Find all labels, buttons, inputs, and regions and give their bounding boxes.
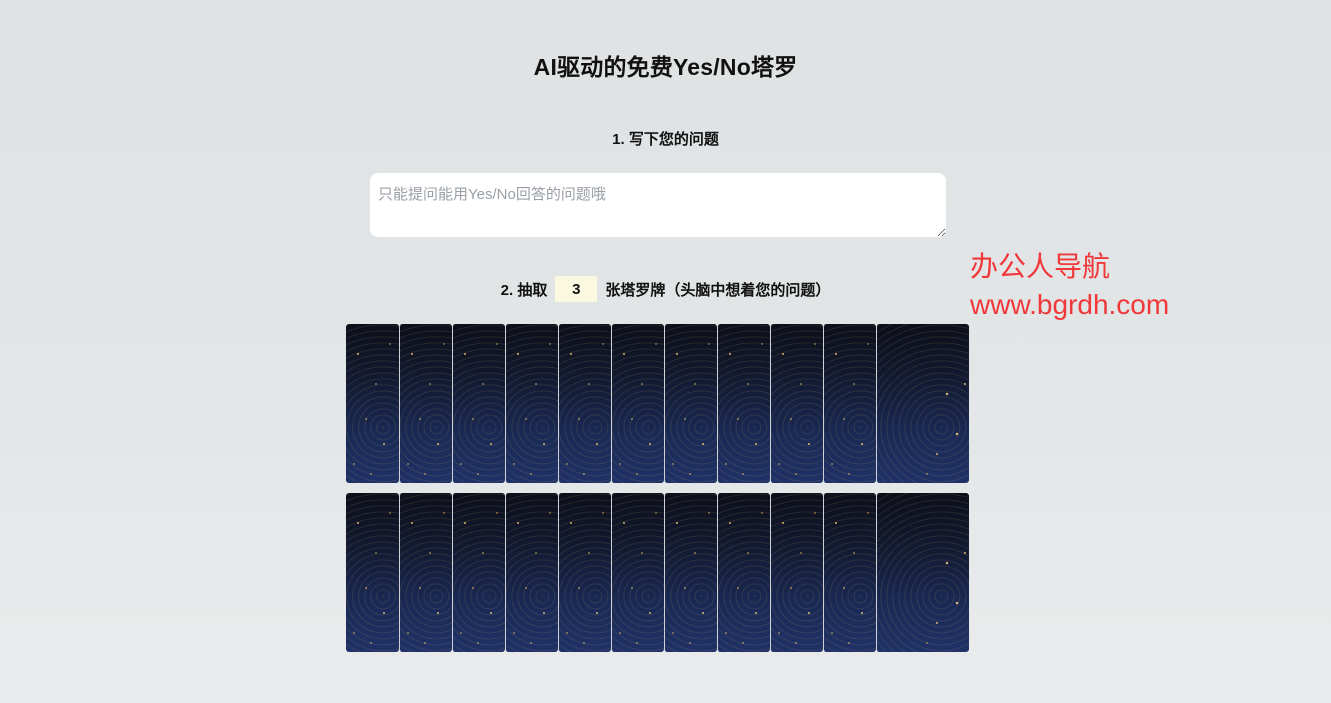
card-count-input[interactable] — [555, 276, 598, 302]
tarot-card-back[interactable] — [876, 493, 969, 652]
tarot-card-back[interactable] — [664, 324, 717, 483]
card-deck-row-1 — [346, 324, 969, 483]
tarot-card-back[interactable] — [717, 324, 770, 483]
tarot-card-back[interactable] — [664, 493, 717, 652]
tarot-card-back[interactable] — [399, 324, 452, 483]
draw-prefix: 2. 抽取 — [500, 281, 548, 299]
tarot-card-back[interactable] — [346, 324, 399, 483]
card-deck-row-2 — [346, 493, 969, 652]
watermark: 办公人导航 www.bgrdh.com — [970, 248, 1169, 324]
watermark-name: 办公人导航 — [970, 251, 1111, 282]
tarot-card-back[interactable] — [558, 493, 611, 652]
tarot-card-back[interactable] — [399, 493, 452, 652]
watermark-url: www.bgrdh.com — [970, 289, 1170, 320]
tarot-card-back[interactable] — [558, 324, 611, 483]
tarot-card-back[interactable] — [823, 493, 876, 652]
tarot-card-back[interactable] — [452, 493, 505, 652]
tarot-card-back[interactable] — [611, 324, 664, 483]
tarot-card-back[interactable] — [823, 324, 876, 483]
tarot-card-back[interactable] — [505, 493, 558, 652]
tarot-card-back[interactable] — [717, 493, 770, 652]
tarot-card-back[interactable] — [505, 324, 558, 483]
step1-label: 1. 写下您的问题 — [612, 131, 719, 148]
tarot-card-back[interactable] — [770, 493, 823, 652]
tarot-card-back[interactable] — [346, 493, 399, 652]
tarot-card-back[interactable] — [611, 493, 664, 652]
tarot-card-back[interactable] — [770, 324, 823, 483]
draw-suffix: 张塔罗牌（头脑中想着您的问题） — [605, 281, 831, 299]
tarot-card-back[interactable] — [452, 324, 505, 483]
page-title: AI驱动的免费Yes/No塔罗 — [533, 54, 798, 80]
question-input[interactable] — [370, 173, 946, 237]
tarot-card-back[interactable] — [876, 324, 969, 483]
